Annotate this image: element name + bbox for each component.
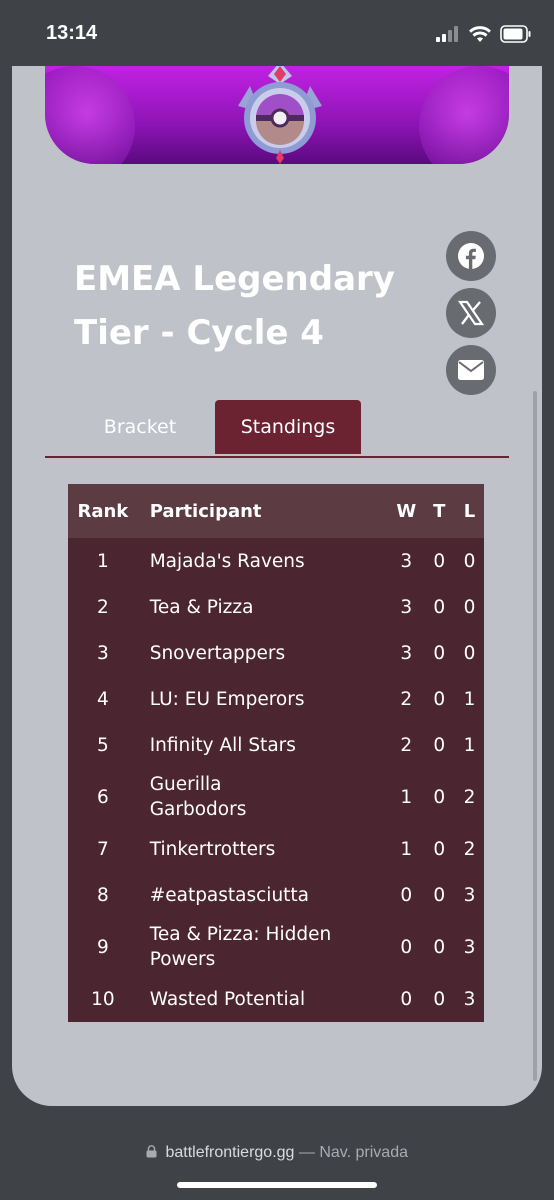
losses-cell: 3 xyxy=(463,884,476,906)
losses-cell: 1 xyxy=(463,688,476,710)
clock: 13:14 xyxy=(46,22,98,44)
rank-cell: 7 xyxy=(96,838,109,860)
header-participant: Participant xyxy=(137,484,390,538)
losses-cell: 1 xyxy=(463,734,476,756)
participant-cell[interactable]: Snovertappers xyxy=(138,630,389,676)
ties-cell: 0 xyxy=(433,596,446,618)
table-row: 3 Snovertappers 3 0 0 xyxy=(68,630,484,676)
header-losses: L xyxy=(455,484,484,538)
losses-cell: 0 xyxy=(463,642,476,664)
losses-cell: 0 xyxy=(463,550,476,572)
browser-bottom-bar: battlefrontiergo.gg — Nav. privada xyxy=(0,1106,554,1200)
url-text: battlefrontiergo.gg xyxy=(165,1144,295,1161)
wins-cell: 1 xyxy=(400,786,413,808)
banner-orb-right xyxy=(419,66,509,164)
wins-cell: 2 xyxy=(400,688,413,710)
wins-cell: 0 xyxy=(400,884,413,906)
participant-cell[interactable]: #eatpastasciutta xyxy=(138,872,389,918)
table-row: 9 Tea & Pizza: Hidden Powers 0 0 3 xyxy=(68,918,484,976)
table-row: 10 Wasted Potential 0 0 3 xyxy=(68,976,484,1022)
participant-cell[interactable]: Guerilla Garbodors xyxy=(138,768,389,826)
header-wins: W xyxy=(389,484,424,538)
rank-cell: 1 xyxy=(96,550,109,572)
standings-table: Rank Participant W T L 1 Majada's Ravens… xyxy=(68,484,484,1022)
rank-cell: 5 xyxy=(96,734,109,756)
participant-cell[interactable]: LU: EU Emperors xyxy=(138,676,389,722)
lock-icon xyxy=(146,1145,157,1158)
rank-cell: 2 xyxy=(96,596,109,618)
table-header-row: Rank Participant W T L xyxy=(68,484,484,538)
ties-cell: 0 xyxy=(433,936,446,958)
ties-cell: 0 xyxy=(433,988,446,1010)
x-icon xyxy=(458,300,484,326)
participant-cell[interactable]: Infinity All Stars xyxy=(138,722,389,768)
losses-cell: 3 xyxy=(463,936,476,958)
tab-standings[interactable]: Standings xyxy=(215,400,361,454)
banner-orb-left xyxy=(45,66,135,164)
ties-cell: 0 xyxy=(433,550,446,572)
table-row: 8 #eatpastasciutta 0 0 3 xyxy=(68,872,484,918)
ties-cell: 0 xyxy=(433,884,446,906)
wifi-icon xyxy=(469,26,491,42)
address-bar[interactable]: battlefrontiergo.gg — Nav. privada xyxy=(0,1144,554,1162)
private-mode-label: — Nav. privada xyxy=(298,1144,408,1161)
rank-cell: 8 xyxy=(96,884,109,906)
losses-cell: 2 xyxy=(463,786,476,808)
email-icon xyxy=(458,360,484,380)
table-row: 6 Guerilla Garbodors 1 0 2 xyxy=(68,768,484,826)
battery-icon xyxy=(500,25,531,43)
ties-cell: 0 xyxy=(433,688,446,710)
table-row: 5 Infinity All Stars 2 0 1 xyxy=(68,722,484,768)
share-email-button[interactable] xyxy=(446,345,496,395)
wins-cell: 2 xyxy=(400,734,413,756)
header-rank: Rank xyxy=(68,484,138,538)
share-x-button[interactable] xyxy=(446,288,496,338)
losses-cell: 0 xyxy=(463,596,476,618)
table-row: 2 Tea & Pizza 3 0 0 xyxy=(68,584,484,630)
participant-cell[interactable]: Tea & Pizza: Hidden Powers xyxy=(138,918,389,976)
rank-cell: 4 xyxy=(96,688,109,710)
ties-cell: 0 xyxy=(433,734,446,756)
legendary-emblem-icon xyxy=(238,66,322,164)
wins-cell: 0 xyxy=(400,936,413,958)
wins-cell: 3 xyxy=(400,642,413,664)
participant-cell[interactable]: Wasted Potential xyxy=(138,976,389,1022)
rank-cell: 10 xyxy=(91,988,115,1010)
rank-cell: 9 xyxy=(96,936,109,958)
home-indicator[interactable] xyxy=(177,1182,377,1188)
wins-cell: 3 xyxy=(400,550,413,572)
page-card: EMEA Legendary Tier - Cycle 4 Bracket St… xyxy=(12,66,542,1106)
signal-icon xyxy=(436,26,458,42)
ties-cell: 0 xyxy=(433,838,446,860)
losses-cell: 2 xyxy=(463,838,476,860)
ties-cell: 0 xyxy=(433,642,446,664)
scrollbar[interactable] xyxy=(533,391,537,1081)
participant-cell[interactable]: Tinkertrotters xyxy=(138,826,389,872)
status-bar: 13:14 xyxy=(0,0,554,66)
table-row: 1 Majada's Ravens 3 0 0 xyxy=(68,538,484,584)
rank-cell: 3 xyxy=(96,642,109,664)
share-facebook-button[interactable] xyxy=(446,231,496,281)
facebook-icon xyxy=(458,243,484,269)
header-ties: T xyxy=(423,484,456,538)
wins-cell: 3 xyxy=(400,596,413,618)
title-line-1: EMEA Legendary xyxy=(74,259,395,299)
participant-cell[interactable]: Tea & Pizza xyxy=(138,584,389,630)
wins-cell: 1 xyxy=(400,838,413,860)
wins-cell: 0 xyxy=(400,988,413,1010)
tab-bracket[interactable]: Bracket xyxy=(80,400,200,454)
losses-cell: 3 xyxy=(463,988,476,1010)
view-tabs: Bracket Standings xyxy=(45,400,509,458)
ties-cell: 0 xyxy=(433,786,446,808)
title-line-2: Tier - Cycle 4 xyxy=(74,313,324,353)
status-icons xyxy=(436,24,532,44)
page-title: EMEA Legendary Tier - Cycle 4 xyxy=(74,252,434,360)
participant-cell[interactable]: Majada's Ravens xyxy=(138,538,389,584)
table-row: 7 Tinkertrotters 1 0 2 xyxy=(68,826,484,872)
tier-banner xyxy=(45,66,509,164)
table-row: 4 LU: EU Emperors 2 0 1 xyxy=(68,676,484,722)
rank-cell: 6 xyxy=(96,786,109,808)
